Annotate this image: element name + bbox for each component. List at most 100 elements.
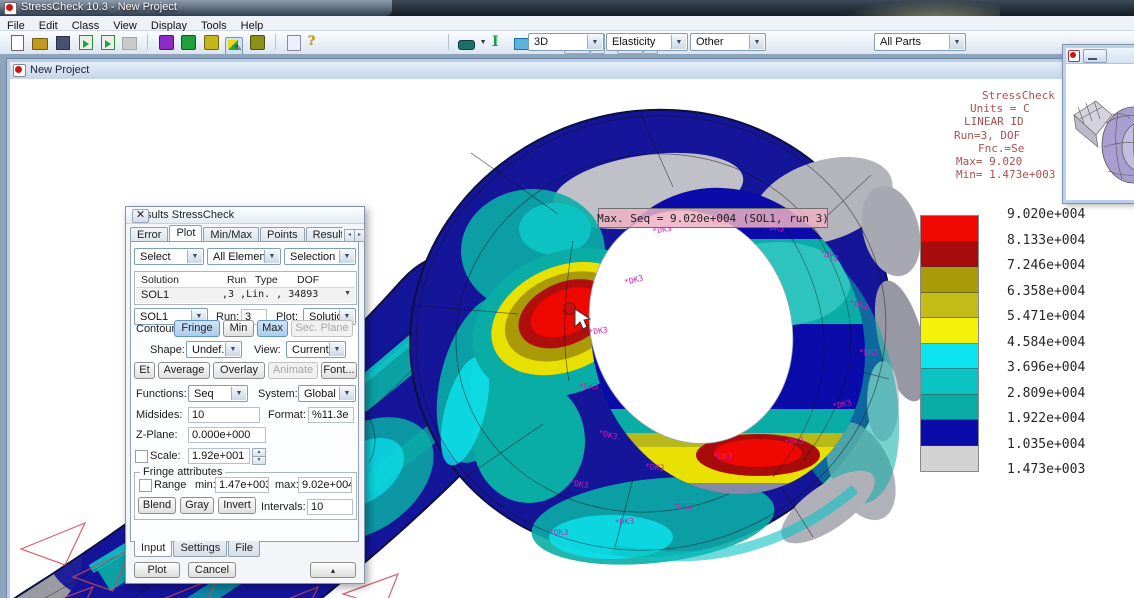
export-icon[interactable] [99, 34, 115, 50]
font-button[interactable]: Font... [321, 362, 357, 379]
svg-text:*DK3: *DK3 [859, 348, 878, 357]
info-book-icon[interactable] [285, 34, 301, 50]
solution-listbox[interactable]: Solution Run Type DOF SOL1 ,3 ,Lin. , 34… [134, 271, 357, 305]
tab-points[interactable]: Points [260, 227, 305, 241]
scale-field[interactable]: 1.92e+001 [188, 448, 250, 464]
tab-error[interactable]: Error [130, 227, 168, 241]
help-icon[interactable]: ? [308, 34, 324, 50]
legend-swatch [921, 420, 978, 446]
contour-fringe[interactable]: Fringe [174, 320, 220, 337]
bottom-tab-file[interactable]: File [228, 541, 260, 557]
dialog-title-bar[interactable]: Results StressCheck ✕ [126, 207, 364, 224]
window-title: StressCheck 10.3 - New Project [21, 1, 177, 13]
material-dropdown-icon[interactable]: ▼ [480, 39, 487, 46]
edit-plot-icon[interactable]: ✎ [225, 34, 243, 50]
tab-plot[interactable]: Plot [169, 225, 202, 241]
legend-swatch [921, 293, 978, 319]
mdi-area: New Project [0, 54, 1134, 598]
viewport-title-bar[interactable]: New Project [10, 62, 1134, 80]
toolbar: ✎ ? ▼ I ▼ P ▼ ▼ 3D Elasticity Other All … [0, 31, 1134, 56]
select-combo[interactable]: Select [134, 248, 204, 265]
viewport-title: New Project [30, 64, 89, 76]
invert-button[interactable]: Invert [218, 497, 256, 514]
beam-section-icon[interactable]: I [492, 34, 508, 50]
max-value-annotation: Max. Seq = 9.020e+004 (SOL1, run 3) [598, 208, 828, 228]
svg-text:*DK3: *DK3 [645, 462, 665, 473]
cancel-button[interactable]: Cancel [188, 562, 236, 578]
legend-value: 1.473e+003 [1007, 462, 1085, 488]
close-icon[interactable]: ✕ [132, 209, 149, 223]
contour-min[interactable]: Min [223, 320, 254, 337]
solution-list-row[interactable]: SOL1 ,3 ,Lin. , 34893 ▼ [136, 287, 355, 303]
purple-notebook-icon[interactable] [158, 34, 174, 50]
contour-secplane[interactable]: Sec. Plane [291, 320, 353, 337]
plot-button[interactable]: Plot [134, 562, 180, 578]
legend-value: 4.584e+004 [1007, 335, 1085, 361]
viewport-window: New Project [7, 59, 1134, 598]
legend-swatch [921, 446, 978, 472]
minimize-button[interactable] [1083, 49, 1107, 63]
legend-swatch [921, 318, 978, 344]
material-icon[interactable] [458, 34, 474, 50]
collapse-button[interactable]: ▴ [310, 562, 356, 578]
zplane-field[interactable]: 0.000e+000 [188, 427, 266, 443]
olive-notebook-icon[interactable] [249, 34, 265, 50]
shape-combo[interactable]: Undef. [186, 341, 242, 358]
functions-combo[interactable]: Seq [188, 385, 248, 402]
open-file-icon[interactable] [32, 34, 48, 50]
view-combo[interactable]: Current [286, 341, 346, 358]
icon-window-title-bar[interactable]: Icon [1066, 48, 1134, 64]
desktop-background [840, 0, 1000, 16]
app-icon [4, 2, 17, 15]
discipline-combo[interactable]: Elasticity [606, 33, 688, 51]
legend-swatch [921, 395, 978, 421]
blend-button[interactable]: Blend [138, 497, 176, 514]
et-button[interactable]: Et [134, 362, 155, 379]
bottom-tab-settings[interactable]: Settings [173, 541, 227, 557]
contour-max[interactable]: Max [257, 320, 288, 337]
svg-text:*DK3: *DK3 [579, 382, 598, 391]
dimension-combo[interactable]: 3D [528, 33, 604, 51]
model-canvas[interactable]: *DK3*DK3*DK3*DK3*DK3*DK3*DK3*DK3*DK3*DK3… [10, 79, 1134, 598]
row-dropdown-icon[interactable]: ▼ [344, 290, 351, 297]
range-min-field[interactable]: 1.47e+003 [215, 477, 269, 493]
format-field[interactable]: %11.3e [308, 407, 354, 423]
legend-value: 8.133e+004 [1007, 233, 1085, 259]
dialog-tab-strip: ErrorPlotMin/MaxPointsResultantPrope [130, 225, 342, 241]
reference-combo[interactable]: Other [690, 33, 766, 51]
legend-value: 7.246e+004 [1007, 258, 1085, 284]
bottom-tab-input[interactable]: Input [134, 541, 172, 557]
new-file-icon[interactable] [9, 34, 25, 50]
tab-minmax[interactable]: Min/Max [203, 227, 259, 241]
scale-checkbox[interactable] [135, 450, 148, 463]
intervals-field[interactable]: 10 [307, 499, 353, 515]
import-icon[interactable] [77, 34, 93, 50]
contour-buttons: FringeMinMaxSec. Plane [126, 320, 364, 338]
action-buttons: EtAverageOverlayAnimateFont... [126, 362, 364, 380]
yellow-notebook-icon[interactable] [203, 34, 219, 50]
legend-value: 1.035e+004 [1007, 437, 1085, 463]
range-max-field[interactable]: 9.02e+004 [298, 477, 352, 493]
animate-button[interactable]: Animate [268, 362, 318, 379]
menu-bar: FileEditClassViewDisplayToolsHelp [0, 16, 1134, 31]
midsides-field[interactable]: 10 [188, 407, 260, 423]
range-checkbox[interactable] [139, 479, 152, 492]
results-dialog[interactable]: Results StressCheck ✕ ErrorPlotMin/MaxPo… [125, 206, 365, 584]
tab-resultant[interactable]: Resultant [306, 227, 342, 241]
system-combo[interactable]: Global [298, 385, 356, 402]
green-notebook-icon[interactable] [180, 34, 196, 50]
save-icon[interactable] [54, 34, 70, 50]
parts-combo[interactable]: All Parts [874, 33, 966, 51]
selection-combo[interactable]: Selection [284, 248, 356, 265]
icon-window[interactable]: Icon [1063, 45, 1134, 203]
overlay-button[interactable]: Overlay [213, 362, 265, 379]
scale-spinner[interactable]: ▲▼ [252, 448, 264, 464]
icon-window-icon [1068, 50, 1080, 62]
elements-combo[interactable]: All Elements [207, 248, 281, 265]
gray-button[interactable]: Gray [180, 497, 214, 514]
application-window: StressCheck 10.3 - New Project FileEditC… [0, 0, 1134, 598]
average-button[interactable]: Average [158, 362, 210, 379]
title-bar[interactable]: StressCheck 10.3 - New Project [0, 0, 1134, 16]
svg-text:*DK3: *DK3 [673, 502, 692, 511]
viewport-icon [13, 64, 26, 77]
